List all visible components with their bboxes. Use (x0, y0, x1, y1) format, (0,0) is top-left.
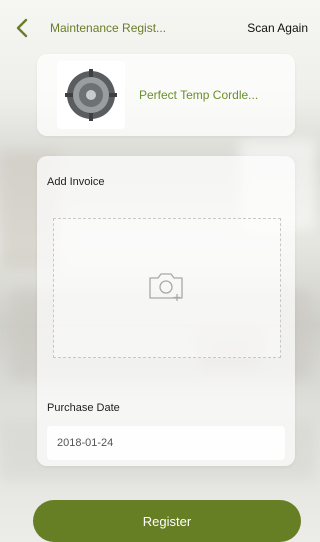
registration-form: Add Invoice Purchase Date 2018-01-24 (37, 156, 295, 466)
register-button[interactable]: Register (33, 500, 301, 542)
product-name: Perfect Temp Cordle... (139, 88, 259, 102)
purchase-date-label: Purchase Date (47, 402, 120, 414)
product-image (57, 61, 125, 129)
top-bar: Maintenance Regist... Scan Again (0, 0, 316, 56)
invoice-label: Add Invoice (47, 176, 105, 188)
camera-add-icon (147, 270, 187, 307)
chevron-left-icon (15, 18, 29, 38)
back-button[interactable] (0, 0, 44, 56)
purchase-date-field[interactable]: 2018-01-24 (47, 426, 285, 460)
add-invoice-upload[interactable] (53, 218, 281, 358)
page-title: Maintenance Regist... (50, 21, 167, 35)
scan-again-button[interactable]: Scan Again (247, 21, 308, 35)
product-card: Perfect Temp Cordle... (37, 54, 295, 136)
